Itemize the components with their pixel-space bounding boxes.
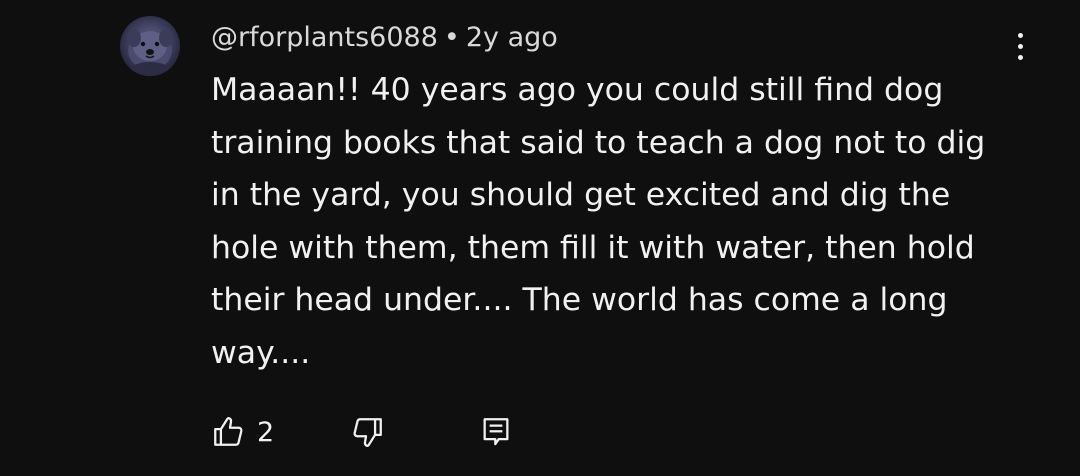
comment-text-line: hole with them, them fill it with water,… [211,229,975,266]
meta-separator: • [443,22,460,53]
more-vertical-icon-dot [1017,32,1023,38]
comment-timestamp: 2y ago [465,22,558,53]
comment-text-line: in the yard, you should get excited and … [211,177,951,213]
like-count: 2 [257,416,275,448]
more-options-button[interactable] [1004,26,1036,66]
more-vertical-icon-dot [1017,54,1023,60]
comment-card: @rforplants6088 • 2y ago Maaaan!! 40 years… [0,0,1080,476]
author-name[interactable]: @rforplants6088 [211,22,438,53]
reply-comment-icon [483,418,509,446]
thumbs-up-icon [214,417,243,446]
reply-button[interactable] [479,410,513,454]
dog-avatar-image [127,29,173,76]
comment-text-line: their head under.... The world has come … [211,282,948,318]
comment-meta: @rforplants6088 • 2y ago [211,18,558,58]
thumbs-down-icon [353,418,382,447]
dislike-button[interactable] [351,410,385,454]
comment-text-line: training books that said to teach a dog … [211,124,986,161]
comment-text-line: Maaaan!! 40 years ago you could still fi… [211,72,944,108]
comment-text-line: way.... [211,334,311,371]
comment-text: Maaaan!! 40 years ago you could still fi… [211,64,1031,379]
avatar[interactable] [120,16,180,76]
like-button[interactable]: 2 [211,410,274,454]
more-vertical-icon-dot [1017,43,1023,49]
